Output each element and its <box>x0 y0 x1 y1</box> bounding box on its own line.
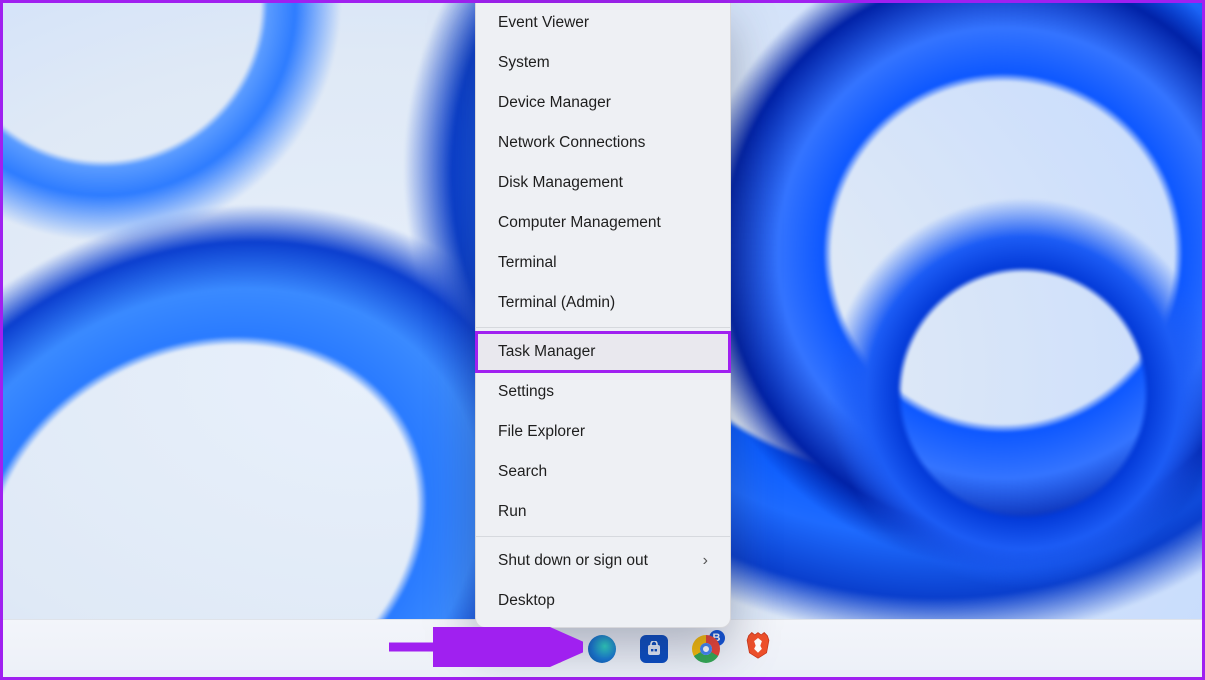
menu-separator <box>476 536 730 537</box>
edge-icon <box>588 635 616 663</box>
menu-item-label: Shut down or sign out <box>498 552 648 570</box>
menu-item-label: Disk Management <box>498 174 623 192</box>
menu-item-label: File Explorer <box>498 423 585 441</box>
menu-item-label: Search <box>498 463 547 481</box>
menu-item-computer-management[interactable]: Computer Management <box>480 203 726 243</box>
spinner-icon <box>490 640 508 658</box>
menu-item-label: System <box>498 54 550 72</box>
menu-item-label: Computer Management <box>498 214 661 232</box>
folder-icon <box>536 635 564 663</box>
store-icon <box>640 635 668 663</box>
menu-separator <box>476 327 730 328</box>
menu-item-task-manager[interactable]: Task Manager <box>476 332 730 372</box>
menu-item-label: Network Connections <box>498 134 645 152</box>
menu-item-label: Event Viewer <box>498 14 589 32</box>
windows-start-icon <box>435 636 461 662</box>
taskbar-center-group: B <box>433 634 773 664</box>
menu-item-settings[interactable]: Settings <box>480 372 726 412</box>
chrome-icon <box>692 635 720 663</box>
taskbar-store[interactable] <box>639 634 669 664</box>
menu-item-label: Terminal <box>498 254 557 272</box>
menu-item-system[interactable]: System <box>480 43 726 83</box>
menu-item-search[interactable]: Search <box>480 452 726 492</box>
power-user-menu: Event Viewer System Device Manager Network … <box>475 3 731 628</box>
menu-item-shut-down[interactable]: Shut down or sign out › <box>480 541 726 581</box>
menu-item-run[interactable]: Run <box>480 492 726 532</box>
menu-item-terminal-admin[interactable]: Terminal (Admin) <box>480 283 726 323</box>
taskbar-app-loading[interactable] <box>485 635 513 663</box>
menu-item-file-explorer[interactable]: File Explorer <box>480 412 726 452</box>
menu-item-device-manager[interactable]: Device Manager <box>480 83 726 123</box>
menu-item-label: Terminal (Admin) <box>498 294 615 312</box>
start-button[interactable] <box>433 634 463 664</box>
taskbar-edge[interactable] <box>587 634 617 664</box>
menu-item-terminal[interactable]: Terminal <box>480 243 726 283</box>
taskbar-file-explorer[interactable] <box>535 634 565 664</box>
menu-item-label: Settings <box>498 383 554 401</box>
menu-item-network-connections[interactable]: Network Connections <box>480 123 726 163</box>
taskbar-brave[interactable] <box>743 634 773 664</box>
brave-icon <box>745 631 771 666</box>
menu-item-label: Run <box>498 503 526 521</box>
menu-item-label: Desktop <box>498 592 555 610</box>
taskbar-chrome[interactable]: B <box>691 634 721 664</box>
menu-item-desktop[interactable]: Desktop <box>480 581 726 621</box>
menu-item-label: Task Manager <box>498 343 595 361</box>
menu-item-label: Device Manager <box>498 94 611 112</box>
menu-item-disk-management[interactable]: Disk Management <box>480 163 726 203</box>
screenshot-viewport: Event Viewer System Device Manager Network … <box>0 0 1205 680</box>
menu-item-event-viewer[interactable]: Event Viewer <box>480 3 726 43</box>
chevron-right-icon: › <box>703 552 708 570</box>
